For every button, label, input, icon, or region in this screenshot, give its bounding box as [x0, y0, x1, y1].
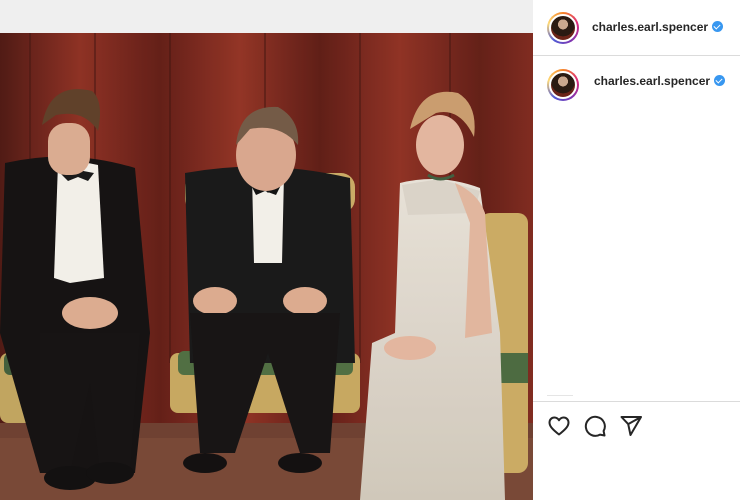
actions-divider	[533, 401, 740, 402]
post-sidebar: charles.earl.spencer charles.earl.spence…	[533, 0, 740, 500]
post-header: charles.earl.spencer	[533, 0, 740, 56]
verified-badge-icon	[712, 21, 724, 32]
action-bar	[547, 414, 643, 438]
comment-username[interactable]: charles.earl.spencer	[594, 74, 710, 88]
divider-faint	[547, 395, 573, 396]
post-image[interactable]	[0, 33, 533, 500]
verified-badge-icon	[714, 75, 726, 86]
top-bar	[0, 0, 533, 33]
author-username-row[interactable]: charles.earl.spencer	[592, 20, 724, 34]
comment-username-row[interactable]: charles.earl.spencer	[594, 74, 726, 88]
paper-plane-icon[interactable]	[619, 414, 643, 438]
author-avatar[interactable]	[547, 12, 579, 44]
comment-icon[interactable]	[583, 414, 607, 438]
heart-icon[interactable]	[547, 414, 571, 438]
comment-avatar[interactable]	[547, 69, 579, 101]
author-username[interactable]: charles.earl.spencer	[592, 20, 708, 34]
